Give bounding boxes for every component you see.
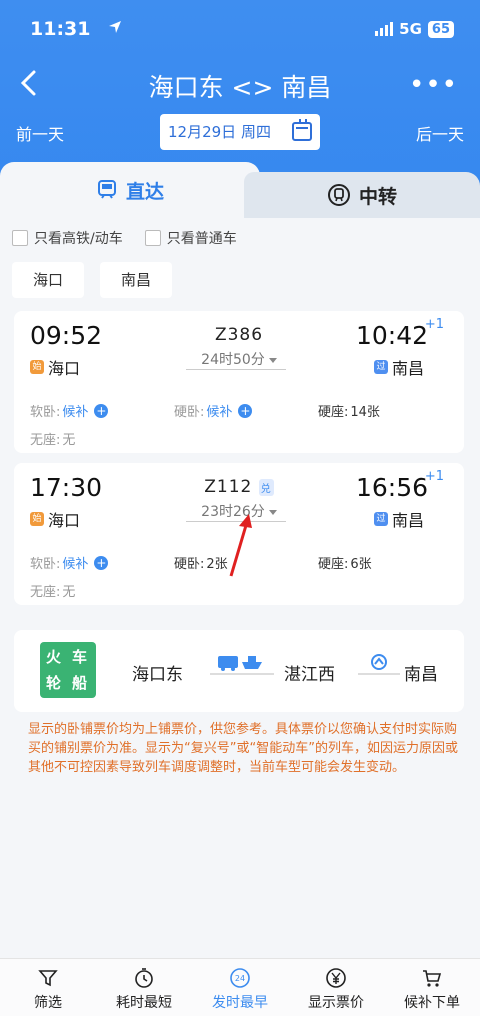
header: 11:31 5G 65 海口东 <> 南昌 ••• 前一天 12月29日 周四 … [0,0,480,230]
filter-row: 只看高铁/动车 只看普通车 [12,228,237,248]
show-price-button[interactable]: 显示票价 [288,959,384,1016]
seat-hard-seat: 硬座: 6张 [318,557,372,572]
checkbox-box [12,230,28,246]
seat-hard-sleeper: 硬卧: 2张 [174,557,228,572]
pass-badge: 过 [373,360,388,374]
station-chip-nanchang[interactable]: 南昌 [100,262,172,298]
seat-hard-sleeper: 硬卧: 候补 + [174,403,253,420]
day-offset: +1 [424,469,444,484]
seat-no-seat: 无座: 无 [30,585,76,600]
date-bar: 前一天 12月29日 周四 后一天 [0,114,480,150]
origin-station: 始海口 [30,355,80,379]
network-type: 5G [399,20,422,38]
chevron-down-icon [268,357,277,363]
transfer-train-icon [327,184,350,206]
fare-notice: 显示的卧铺票价均为上铺票价，供您参考。具体票价以您确认支付时实际购买的铺别票价为… [28,722,458,775]
seat-no-seat: 无座: 无 [30,433,76,448]
cart-icon [423,970,442,987]
yen-icon [326,968,346,988]
clock-24-icon: 24 [230,968,250,988]
destination-station: 过南昌 [373,355,424,379]
chevron-down-icon [268,509,277,515]
add-waitlist-icon[interactable]: + [94,555,109,570]
start-badge: 始 [30,360,44,374]
waitlist-order-button[interactable]: 候补下单 [384,959,480,1016]
battery-icon: 65 [427,20,454,38]
station-chip-haikou[interactable]: 海口 [12,262,84,298]
date-picker[interactable]: 12月29日 周四 [160,114,320,150]
status-time: 11:31 [30,18,91,40]
nav-bar: 海口东 <> 南昌 ••• [0,64,480,104]
tab-transfer[interactable]: 中转 [244,172,480,218]
day-offset: +1 [424,317,444,332]
pass-badge: 过 [373,512,388,526]
seat-soft-sleeper: 软卧: 候补 + [30,403,109,420]
bus-ship-icon [210,656,274,675]
redeem-badge: 兑 [258,478,274,496]
origin-station: 始海口 [30,507,80,531]
shortest-duration-button[interactable]: 耗时最短 [96,959,192,1016]
divider [186,369,286,370]
train-ship-combo-card[interactable]: 火 车 轮 船 海口东 湛江西 南昌 [14,630,464,712]
seat-hard-seat: 硬座: 14张 [318,405,380,420]
timer-icon [135,968,153,988]
add-waitlist-icon[interactable]: + [94,403,109,418]
tab-bar: 直达 中转 [0,162,480,218]
prev-day-button[interactable]: 前一天 [16,121,64,145]
destination-station: 过南昌 [373,507,424,531]
filter-button[interactable]: 筛选 [0,959,96,1016]
arrival-time: 16:56 [355,473,428,502]
date-value: 12月29日 周四 [168,123,271,141]
annotation-arrow-icon [229,514,252,577]
more-icon[interactable]: ••• [409,70,458,100]
train-icon [97,180,116,199]
checkbox-box [144,230,161,246]
combo-station-transfer: 湛江西 [284,665,335,685]
location-arrow-icon [109,21,121,33]
add-waitlist-icon[interactable]: + [238,403,253,418]
next-day-button[interactable]: 后一天 [416,121,464,145]
train-card[interactable]: 09:52 Z386 24时50分 10:42 +1 始海口 过南昌 软卧: 候补… [14,311,464,453]
arrival-time: 10:42 [355,321,428,350]
combo-station-destination: 南昌 [404,665,438,685]
earliest-departure-button[interactable]: 24 发时最早 [192,959,288,1016]
start-badge: 始 [30,512,44,526]
combo-station-origin: 海口东 [132,665,183,685]
calendar-icon [292,119,312,141]
svg-text:24: 24 [235,974,245,983]
signal-icon [375,22,394,36]
tab-direct[interactable]: 直达 [0,162,260,218]
station-chips: 海口 南昌 [12,262,172,298]
train-ship-logo: 火 车 轮 船 [40,642,96,698]
bottom-toolbar: 筛选 耗时最短 24 发时最早 显示票价 候补下单 [0,958,480,1016]
regular-only-checkbox[interactable]: 只看普通车 [144,228,237,248]
high-speed-rail-icon [358,654,400,675]
seat-soft-sleeper: 软卧: 候补 + [30,555,109,572]
hsr-only-checkbox[interactable]: 只看高铁/动车 [12,228,123,248]
status-bar: 11:31 5G 65 [30,18,454,44]
filter-icon [38,970,58,987]
